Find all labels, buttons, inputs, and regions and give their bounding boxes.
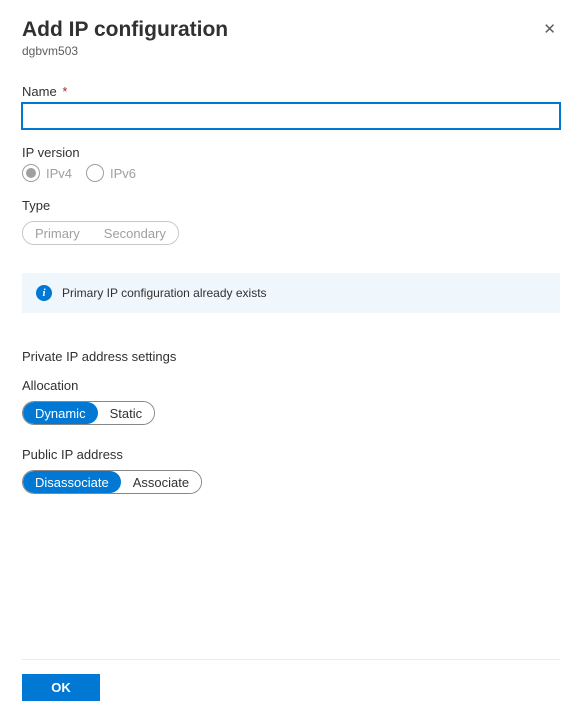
type-label: Type <box>22 198 560 213</box>
radio-ipv4-label: IPv4 <box>46 166 72 181</box>
public-ip-group: Public IP address Disassociate Associate <box>22 447 560 494</box>
ip-version-group: IP version IPv4 IPv6 <box>22 145 560 182</box>
allocation-group: Allocation Dynamic Static <box>22 378 560 425</box>
public-ip-label: Public IP address <box>22 447 560 462</box>
ip-version-radios: IPv4 IPv6 <box>22 164 560 182</box>
close-icon[interactable]: ✕ <box>539 18 560 40</box>
panel-subtitle: dgbvm503 <box>22 44 228 58</box>
ip-config-panel: Add IP configuration dgbvm503 ✕ Name * I… <box>0 0 582 715</box>
name-field-group: Name * <box>22 84 560 129</box>
panel-title: Add IP configuration <box>22 18 228 42</box>
radio-ipv6-label: IPv6 <box>110 166 136 181</box>
radio-ipv4-circle <box>22 164 40 182</box>
panel-header: Add IP configuration dgbvm503 ✕ <box>22 18 560 58</box>
info-icon: i <box>36 285 52 301</box>
info-banner: i Primary IP configuration already exist… <box>22 273 560 313</box>
ok-button[interactable]: OK <box>22 674 100 701</box>
private-ip-section-title: Private IP address settings <box>22 349 560 364</box>
type-secondary: Secondary <box>92 222 178 244</box>
type-toggle: Primary Secondary <box>22 221 179 245</box>
name-label-text: Name <box>22 84 57 99</box>
type-primary: Primary <box>23 222 92 244</box>
allocation-static[interactable]: Static <box>98 402 155 424</box>
public-ip-disassociate[interactable]: Disassociate <box>23 471 121 493</box>
required-marker: * <box>62 84 67 99</box>
allocation-toggle[interactable]: Dynamic Static <box>22 401 155 425</box>
radio-ipv6-circle <box>86 164 104 182</box>
panel-footer: OK <box>22 659 560 715</box>
public-ip-toggle[interactable]: Disassociate Associate <box>22 470 202 494</box>
header-text: Add IP configuration dgbvm503 <box>22 18 228 58</box>
name-label: Name * <box>22 84 560 99</box>
radio-ipv4: IPv4 <box>22 164 72 182</box>
type-group: Type Primary Secondary <box>22 198 560 245</box>
public-ip-associate[interactable]: Associate <box>121 471 201 493</box>
ip-version-label: IP version <box>22 145 560 160</box>
panel-content: Add IP configuration dgbvm503 ✕ Name * I… <box>22 18 560 659</box>
info-banner-text: Primary IP configuration already exists <box>62 286 267 300</box>
allocation-dynamic[interactable]: Dynamic <box>23 402 98 424</box>
allocation-label: Allocation <box>22 378 560 393</box>
name-input[interactable] <box>22 103 560 129</box>
radio-ipv6: IPv6 <box>86 164 136 182</box>
